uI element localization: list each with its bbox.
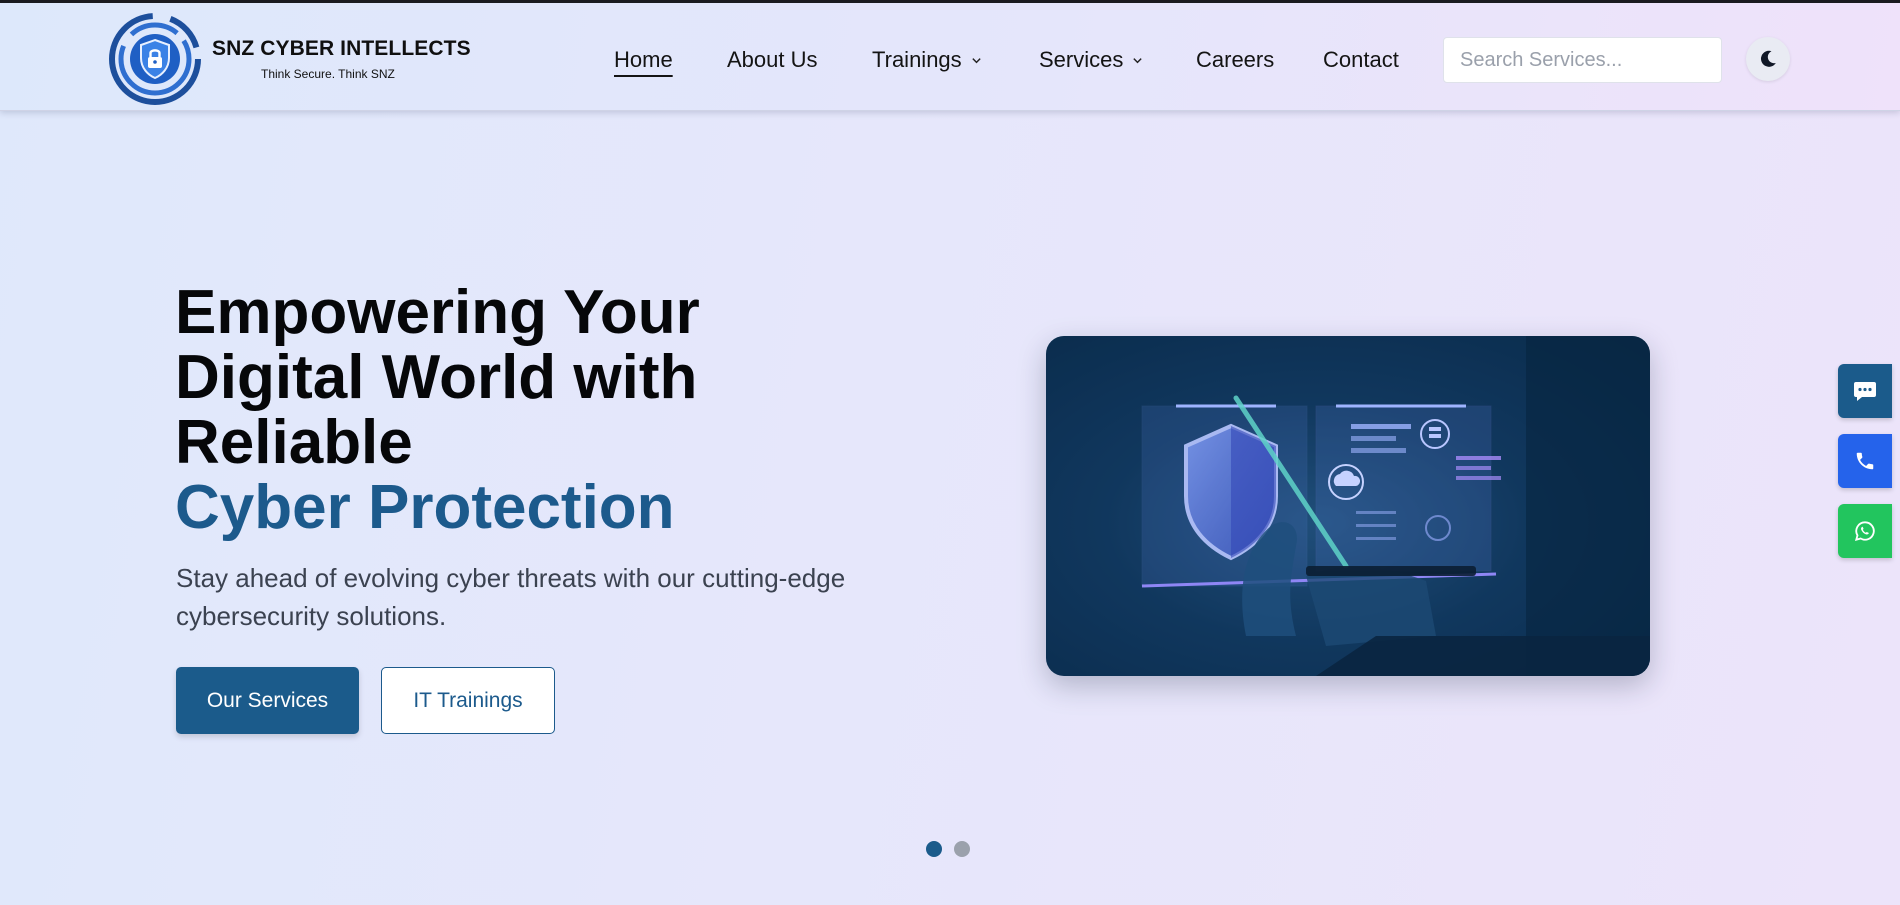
nav-services-label: Services [1039, 47, 1124, 72]
chevron-down-icon [971, 57, 981, 63]
nav-about-label: About Us [727, 47, 818, 72]
search-input[interactable] [1443, 37, 1722, 83]
nav-trainings-label: Trainings [872, 47, 962, 72]
whatsapp-icon [1854, 521, 1875, 542]
hero-title-line-1: Empowering Your [175, 278, 700, 347]
moon-icon [1760, 50, 1776, 67]
nav-home-label: Home [614, 47, 673, 72]
nav-contact[interactable]: Contact [1323, 47, 1399, 73]
chat-button[interactable] [1838, 364, 1892, 418]
nav-services[interactable]: Services [1039, 47, 1143, 73]
hero-title-line-3: Reliable [175, 408, 413, 477]
nav-about-us[interactable]: About Us [727, 47, 818, 73]
hero-title: Empowering Your Digital World with Relia… [175, 280, 700, 540]
nav-careers-label: Careers [1196, 47, 1275, 72]
whatsapp-button[interactable] [1838, 504, 1892, 558]
chat-icon [1854, 382, 1876, 401]
carousel-dot-1[interactable] [926, 841, 942, 857]
hero-title-line-2: Digital World with [175, 343, 698, 412]
nav-careers[interactable]: Careers [1196, 47, 1274, 73]
brand-logo-icon[interactable] [108, 12, 202, 106]
cyber-security-shield-image [1046, 336, 1650, 676]
brand-tagline: Think Secure. Think SNZ [261, 67, 395, 81]
brand-name[interactable]: SNZ CYBER INTELLECTS [212, 37, 471, 61]
call-button[interactable] [1838, 434, 1892, 488]
nav-home[interactable]: Home [614, 47, 673, 73]
phone-icon [1856, 452, 1874, 470]
nav-trainings[interactable]: Trainings [872, 47, 982, 73]
it-trainings-button[interactable]: IT Trainings [381, 667, 555, 734]
theme-toggle-button[interactable] [1746, 37, 1790, 81]
hero-illustration [1046, 336, 1650, 676]
our-services-button[interactable]: Our Services [176, 667, 359, 734]
hero-subtitle: Stay ahead of evolving cyber threats wit… [176, 563, 846, 631]
site-header: SNZ CYBER INTELLECTS Think Secure. Think… [0, 3, 1900, 111]
nav-contact-label: Contact [1323, 47, 1399, 72]
chevron-down-icon [1133, 57, 1143, 63]
carousel-dot-2[interactable] [954, 841, 970, 857]
hero-title-accent: Cyber Protection [175, 473, 675, 542]
